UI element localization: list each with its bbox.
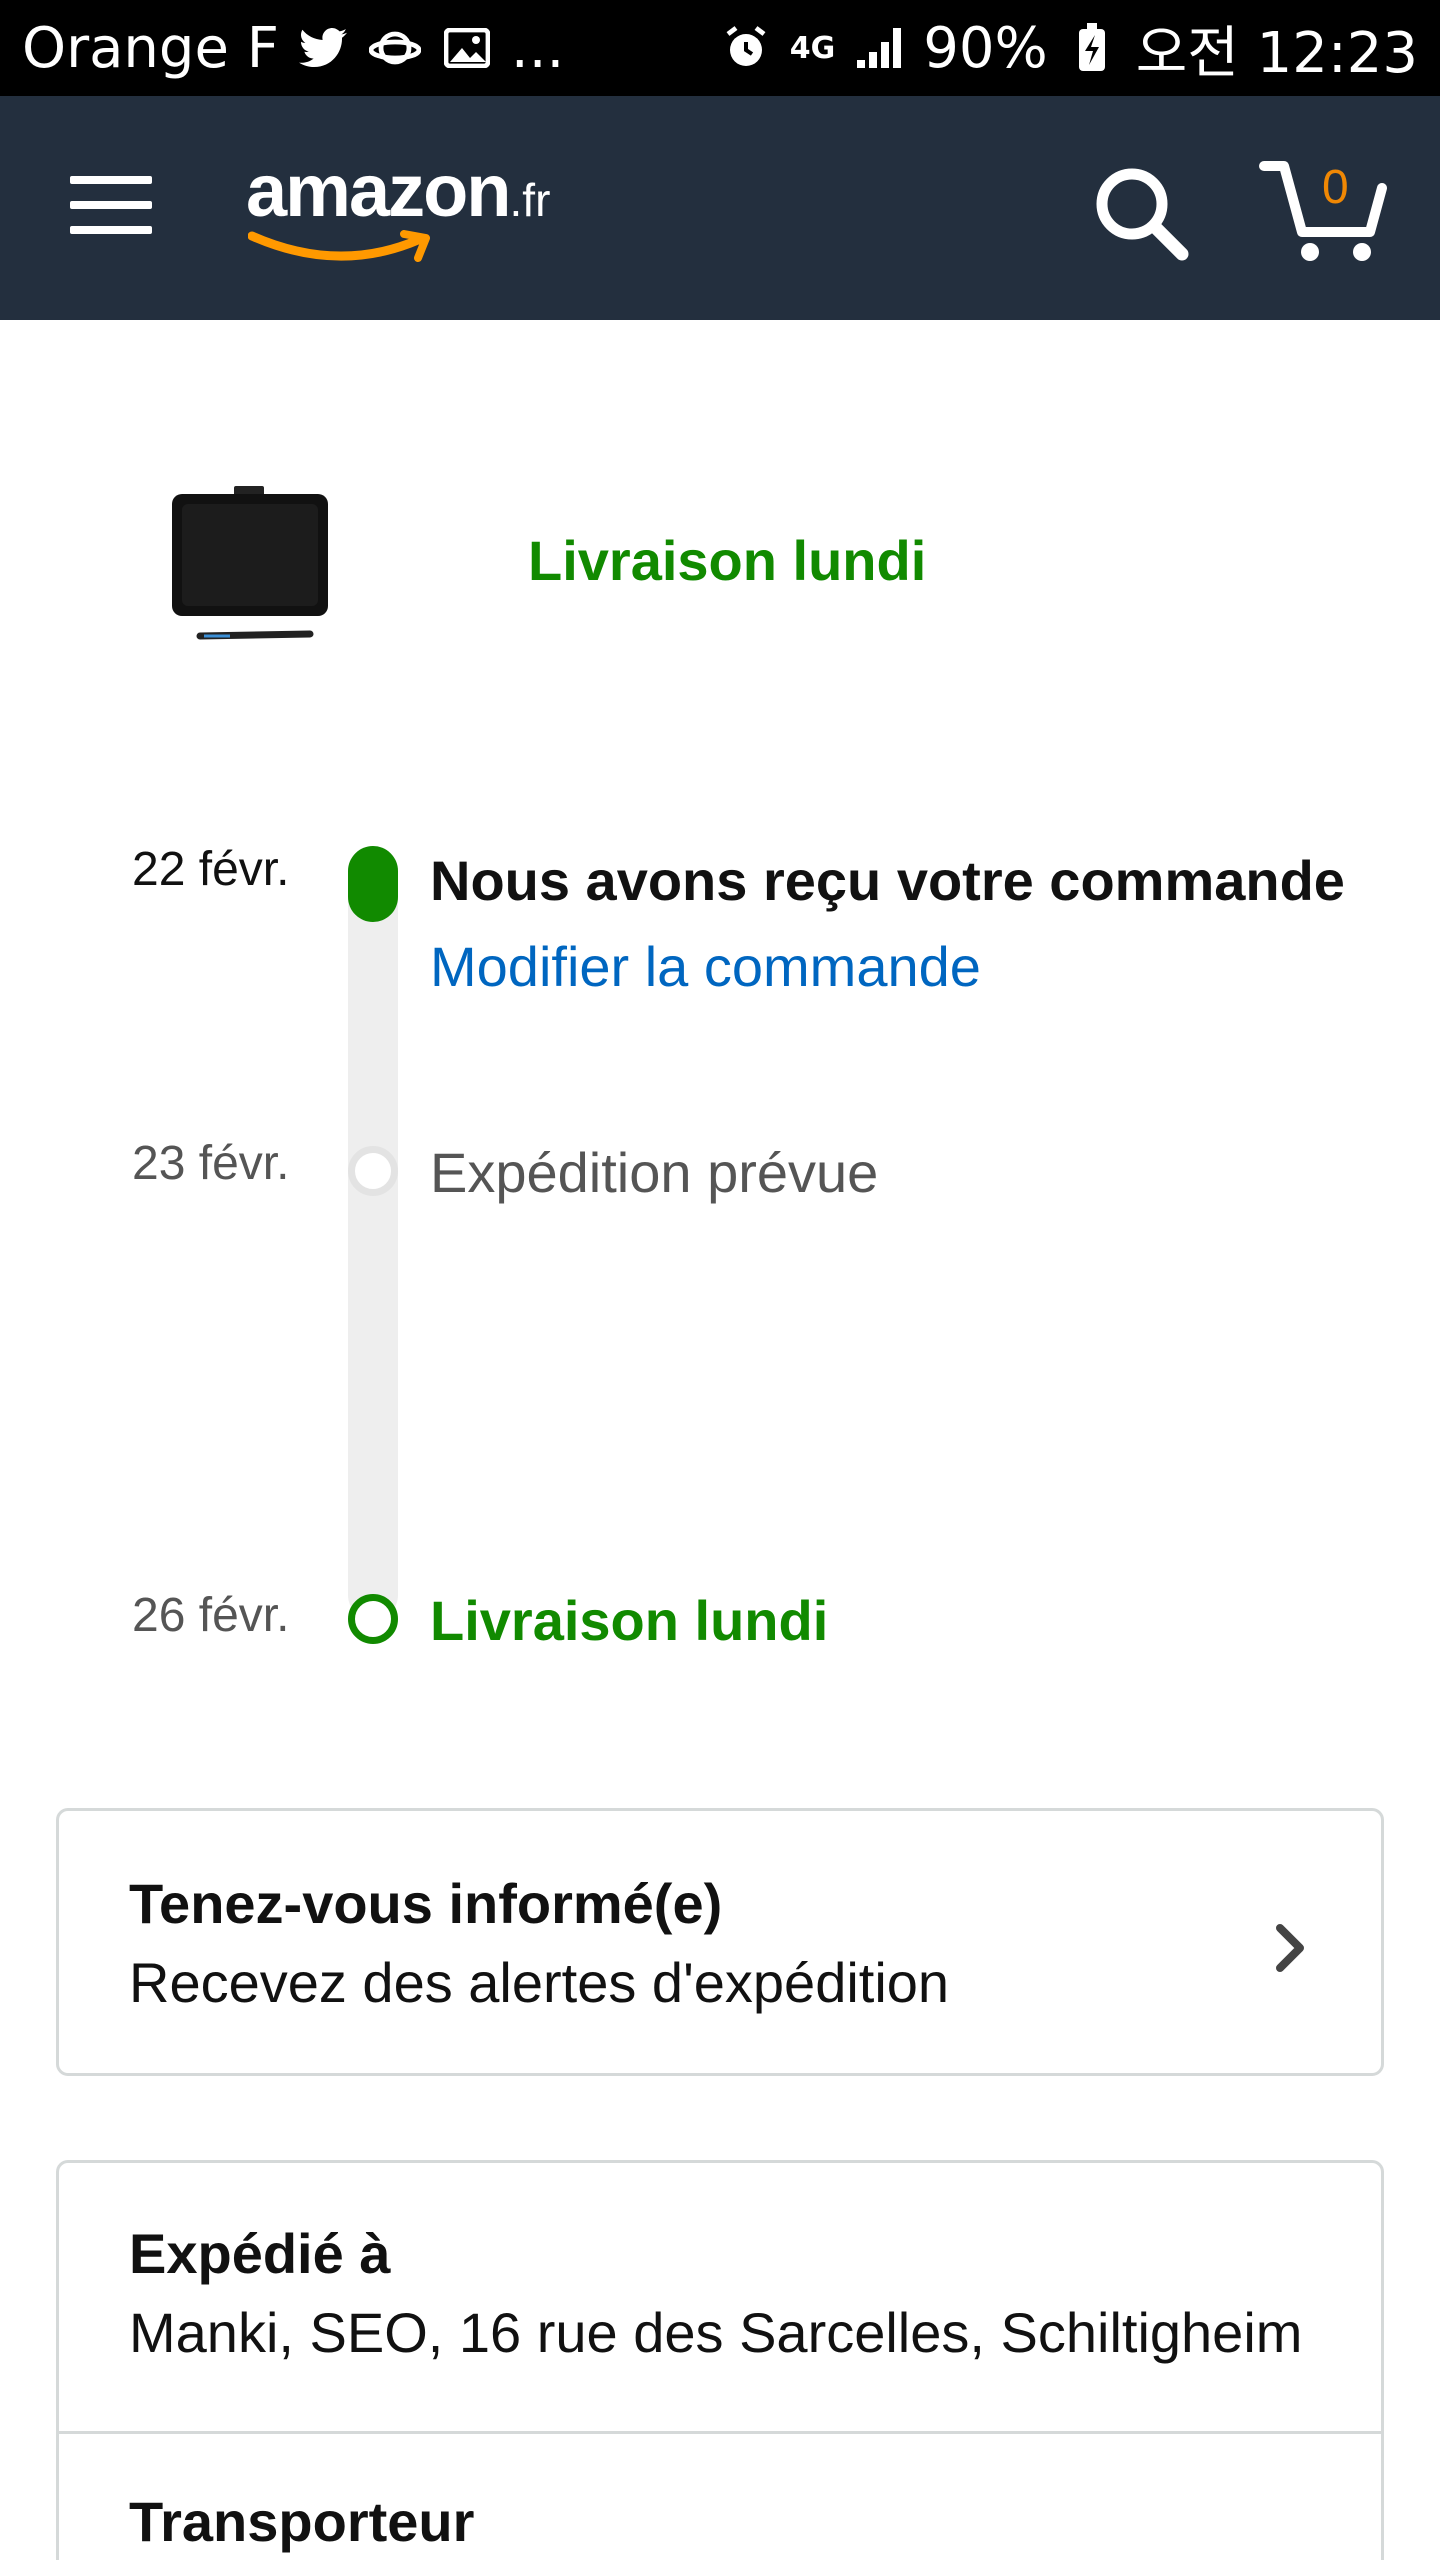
shipping-alerts-subtitle: Recevez des alertes d'expédition (129, 1951, 950, 2014)
network-type: 4G (789, 30, 836, 66)
timeline-date: 22 févr. (132, 843, 290, 896)
amazon-logo[interactable]: amazon.fr (246, 148, 586, 262)
timeline-track (348, 846, 398, 1620)
shipping-address: Manki, SEO, 16 rue des Sarcelles, Schilt… (129, 2301, 1303, 2364)
timeline-step-label: Livraison lundi (430, 1589, 829, 1652)
shipping-alerts-title: Tenez-vous informé(e) (129, 1872, 723, 1935)
status-bar: Orange F ... 4G 90% 오전 12:23 (0, 0, 1440, 96)
timeline-step-label: Nous avons reçu votre commande (430, 849, 1345, 912)
shipping-details-card: Expédié à Manki, SEO, 16 rue des Sarcell… (56, 2160, 1384, 2560)
timeline-date: 26 févr. (132, 1589, 290, 1642)
battery-percent: 90% (923, 15, 1048, 81)
carrier-title: Transporteur (129, 2490, 475, 2553)
planet-icon (367, 20, 423, 76)
status-right: 4G 90% 오전 12:23 (718, 8, 1418, 89)
cart-icon[interactable]: 0 (1258, 154, 1388, 264)
carrier-name: Orange F (22, 15, 279, 81)
twitter-icon (295, 20, 351, 76)
signal-icon (851, 20, 907, 76)
chevron-right-icon (1268, 1918, 1312, 1978)
timeline-date: 23 févr. (132, 1137, 290, 1190)
alarm-icon (718, 20, 774, 76)
more-notifications: ... (510, 15, 565, 81)
status-left: Orange F ... (22, 16, 564, 81)
shipped-to-title: Expédié à (129, 2222, 391, 2285)
timeline-step-target-marker (348, 1594, 398, 1644)
carrier-section[interactable]: Transporteur (129, 2489, 474, 2554)
product-image[interactable] (170, 486, 330, 646)
modify-order-link[interactable]: Modifier la commande (430, 934, 981, 999)
delivery-status-title: Livraison lundi (528, 529, 927, 592)
timeline-step-pending-marker (348, 1146, 398, 1196)
search-icon[interactable] (1090, 162, 1190, 262)
logo-text: amazon (246, 149, 512, 232)
battery-charging-icon (1064, 20, 1120, 76)
app-header: amazon.fr 0 (0, 96, 1440, 320)
logo-tld: .fr (509, 174, 551, 226)
timeline-step-done-marker (348, 846, 398, 922)
clock-time: 오전 12:23 (1135, 20, 1418, 86)
menu-icon[interactable] (70, 176, 152, 240)
card-divider (59, 2431, 1381, 2434)
cart-count: 0 (1322, 161, 1349, 214)
shipping-alerts-content: Tenez-vous informé(e) Recevez des alerte… (129, 1871, 949, 2015)
shipped-to-section[interactable]: Expédié à Manki, SEO, 16 rue des Sarcell… (129, 2221, 1369, 2365)
image-icon (439, 20, 495, 76)
shipping-alerts-card[interactable]: Tenez-vous informé(e) Recevez des alerte… (56, 1808, 1384, 2076)
timeline-step-label: Expédition prévue (430, 1141, 879, 1204)
logo-smile-icon (248, 230, 430, 262)
